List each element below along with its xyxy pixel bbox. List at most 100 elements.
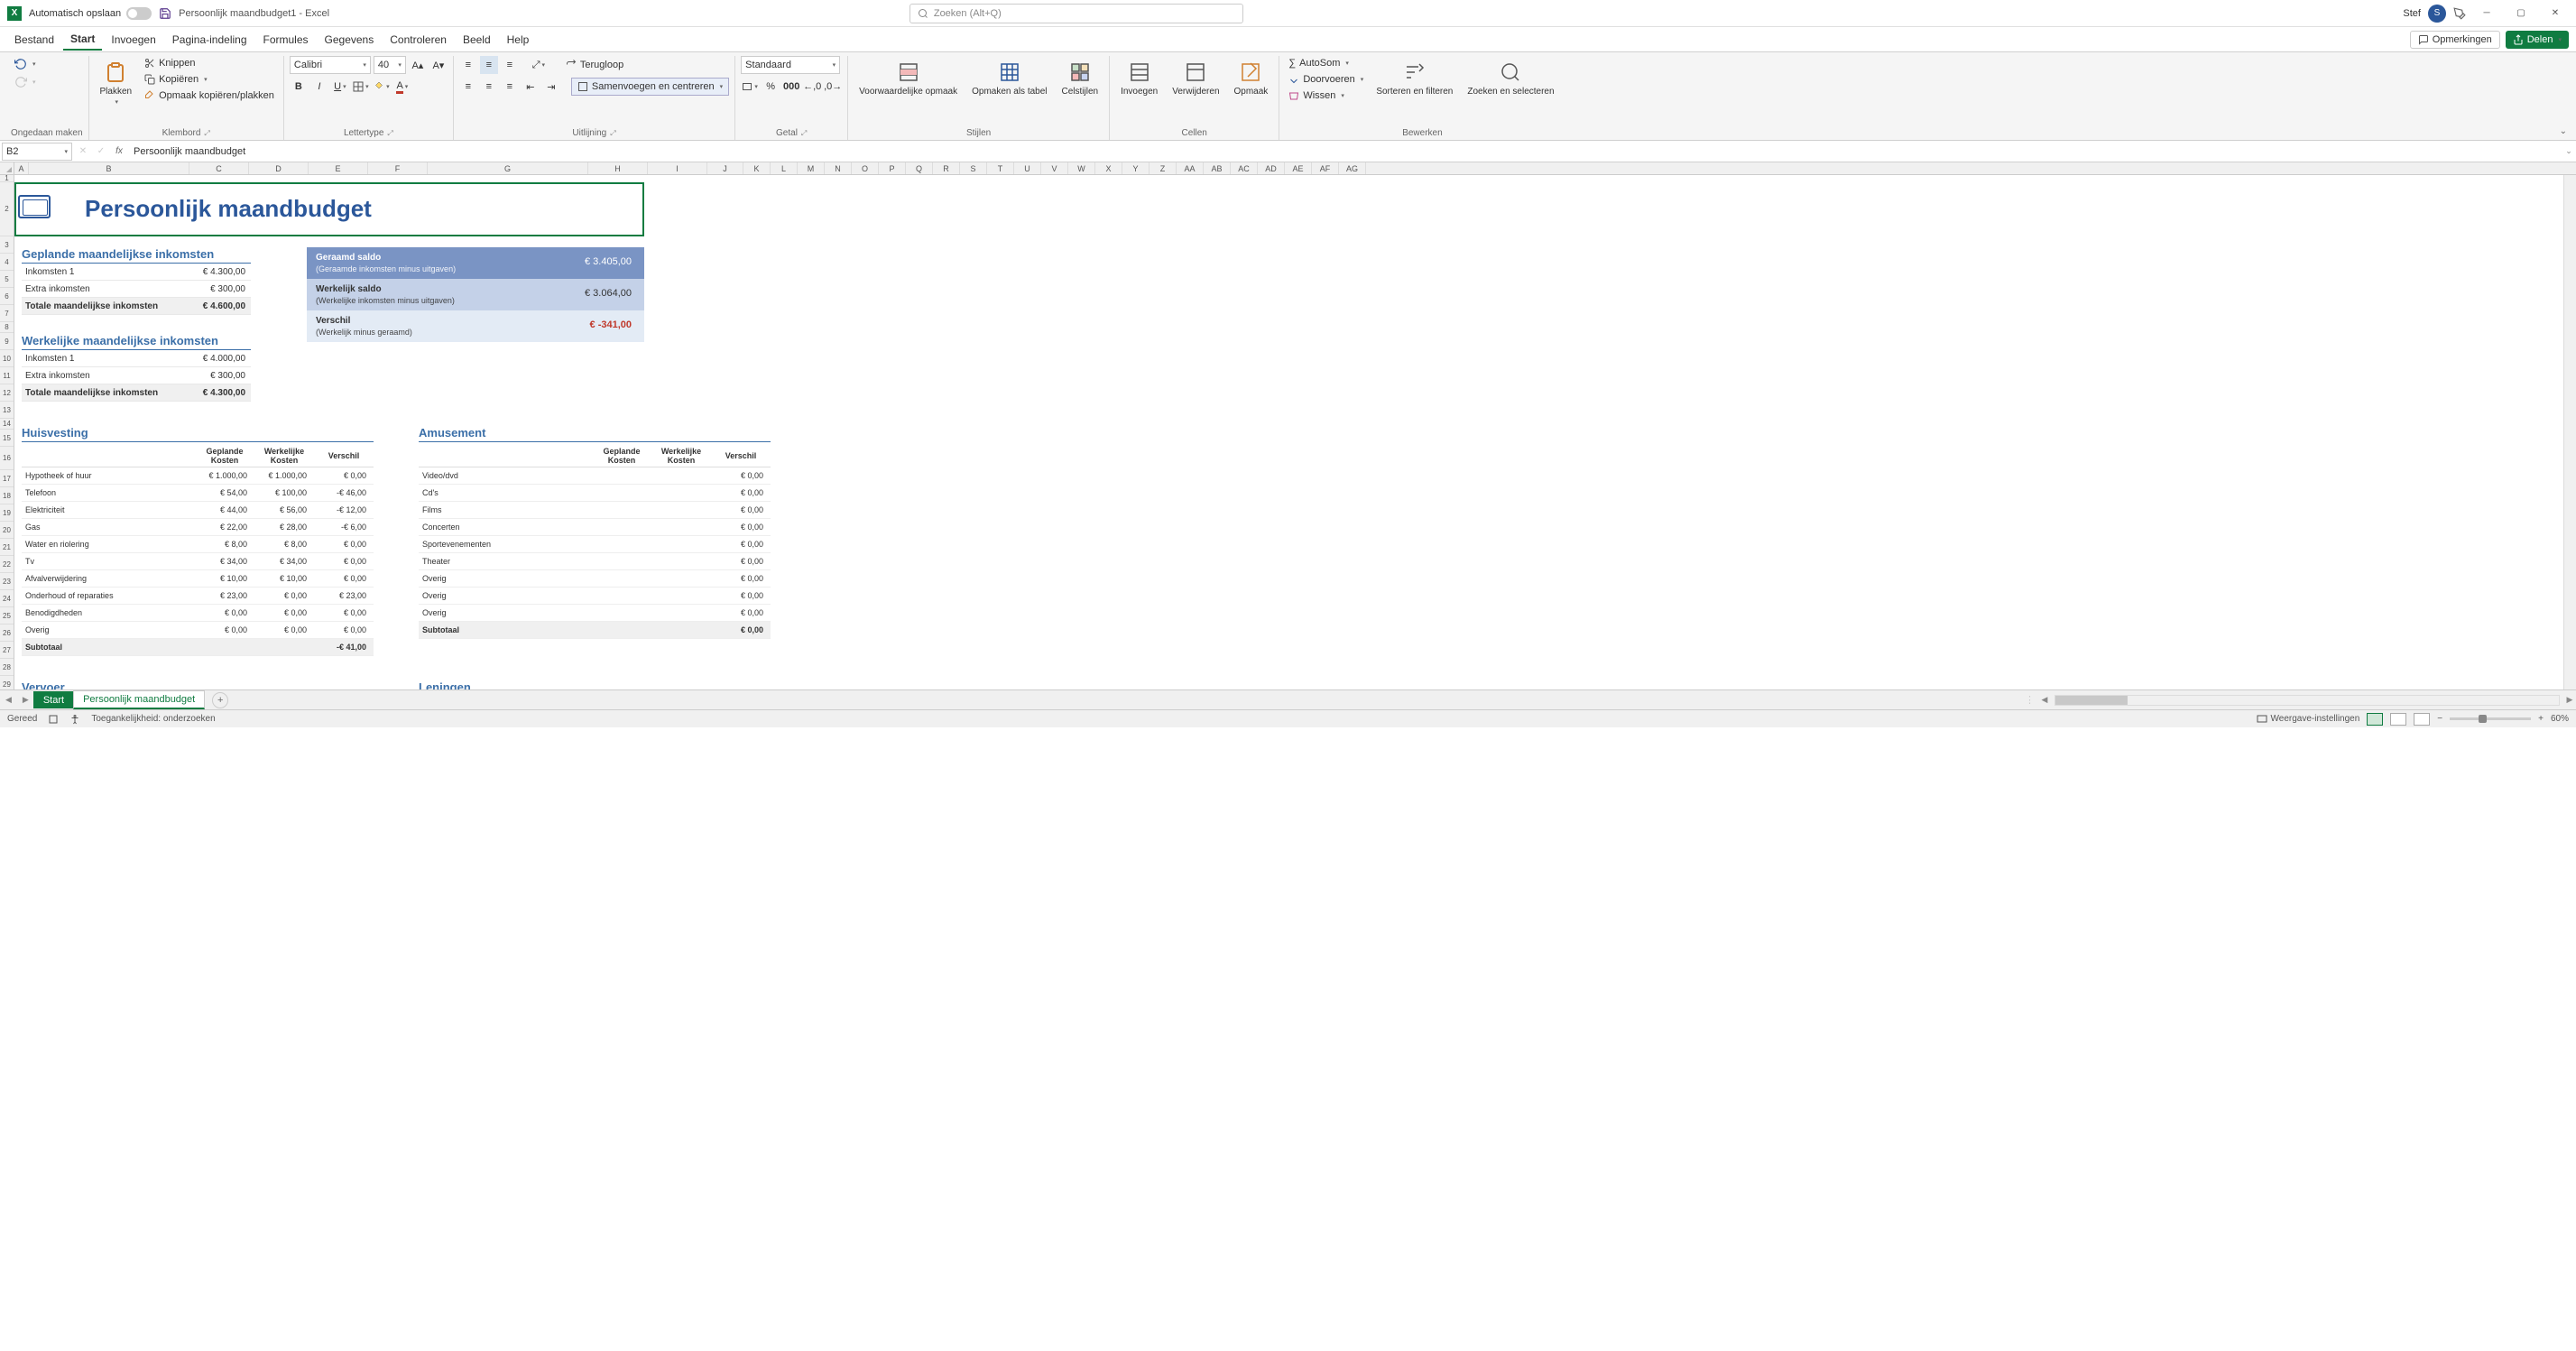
underline-button[interactable]: U▾	[331, 78, 349, 96]
row-header[interactable]: 22	[0, 556, 14, 573]
zoom-in-button[interactable]: +	[2538, 714, 2544, 724]
row-header[interactable]: 17	[0, 470, 14, 487]
col-header[interactable]: R	[933, 162, 960, 174]
view-normal-button[interactable]	[2367, 713, 2383, 726]
dialog-launcher-icon[interactable]: ⤢	[801, 129, 807, 138]
tab-nav-prev[interactable]: ◀	[0, 695, 17, 705]
col-header[interactable]: S	[960, 162, 987, 174]
col-header[interactable]: B	[29, 162, 189, 174]
col-header[interactable]: M	[798, 162, 825, 174]
italic-button[interactable]: I	[310, 78, 328, 96]
col-header[interactable]: A	[14, 162, 29, 174]
row-header[interactable]: 10	[0, 350, 14, 367]
wrap-text-button[interactable]: Terugloop	[562, 58, 627, 72]
row-header[interactable]: 24	[0, 590, 14, 607]
decrease-font-button[interactable]: A▾	[429, 56, 448, 74]
align-center-button[interactable]: ≡	[480, 78, 498, 96]
col-header[interactable]: Y	[1122, 162, 1150, 174]
cancel-formula-button[interactable]: ✕	[74, 143, 92, 161]
font-color-button[interactable]: A▾	[393, 78, 411, 96]
decrease-decimal-button[interactable]: ,0→	[824, 78, 842, 96]
pen-icon[interactable]	[2453, 7, 2466, 20]
percent-button[interactable]: %	[762, 78, 780, 96]
hscroll-left[interactable]: ◀	[2038, 695, 2051, 705]
merge-center-button[interactable]: Samenvoegen en centreren▾	[571, 78, 729, 96]
orientation-button[interactable]: ⤢▾	[530, 56, 548, 74]
share-button[interactable]: Delen ▾	[2506, 31, 2569, 49]
row-header[interactable]: 7	[0, 305, 14, 322]
select-all-button[interactable]	[0, 162, 14, 174]
delete-cells-button[interactable]: Verwijderen	[1167, 56, 1224, 100]
undo-button[interactable]: ▾	[11, 56, 40, 72]
increase-indent-button[interactable]: ⇥	[542, 78, 560, 96]
redo-button[interactable]: ▾	[11, 74, 40, 90]
clear-button[interactable]: Wissen▾	[1285, 88, 1367, 103]
col-header[interactable]: E	[309, 162, 368, 174]
maximize-button[interactable]: ▢	[2507, 4, 2534, 23]
increase-font-button[interactable]: A▴	[409, 56, 427, 74]
name-box[interactable]: B2▾	[2, 143, 72, 161]
add-sheet-button[interactable]: +	[212, 692, 228, 708]
row-header[interactable]: 4	[0, 254, 14, 271]
col-header[interactable]: AC	[1231, 162, 1258, 174]
tab-split-handle[interactable]: ⋮	[2021, 694, 2038, 706]
insert-function-button[interactable]: fx	[110, 143, 128, 161]
menu-start[interactable]: Start	[63, 29, 102, 51]
search-input[interactable]: Zoeken (Alt+Q)	[909, 4, 1243, 23]
autosave-toggle[interactable]: Automatisch opslaan	[29, 7, 152, 20]
menu-pagina-indeling[interactable]: Pagina-indeling	[165, 30, 254, 50]
row-header[interactable]: 8	[0, 322, 14, 333]
col-header[interactable]: N	[825, 162, 852, 174]
hscroll-thumb[interactable]	[2055, 696, 2128, 705]
bold-button[interactable]: B	[290, 78, 308, 96]
menu-help[interactable]: Help	[500, 30, 537, 50]
tab-nav-next[interactable]: ▶	[17, 695, 34, 705]
row-header[interactable]: 13	[0, 402, 14, 419]
row-header[interactable]: 15	[0, 430, 14, 447]
macro-icon[interactable]	[48, 714, 59, 725]
formula-input[interactable]: Persoonlijk maandbudget	[128, 146, 2562, 157]
minimize-button[interactable]: ─	[2473, 4, 2500, 23]
col-header[interactable]: X	[1095, 162, 1122, 174]
row-header[interactable]: 3	[0, 236, 14, 254]
row-header[interactable]: 5	[0, 271, 14, 288]
menu-controleren[interactable]: Controleren	[383, 30, 454, 50]
row-header[interactable]: 6	[0, 288, 14, 305]
col-header[interactable]: AA	[1177, 162, 1204, 174]
cut-button[interactable]: Knippen	[141, 56, 278, 70]
display-settings-button[interactable]: Weergave-instellingen	[2257, 714, 2360, 725]
accessibility-icon[interactable]	[69, 714, 80, 725]
row-header[interactable]: 20	[0, 522, 14, 539]
menu-invoegen[interactable]: Invoegen	[104, 30, 162, 50]
font-name-select[interactable]: Calibri▾	[290, 56, 371, 74]
borders-button[interactable]: ▾	[352, 78, 370, 96]
col-header[interactable]: L	[771, 162, 798, 174]
col-header[interactable]: Z	[1150, 162, 1177, 174]
dialog-launcher-icon[interactable]: ⤢	[204, 129, 209, 138]
copy-button[interactable]: Kopiëren▾	[141, 72, 278, 87]
insert-cells-button[interactable]: Invoegen	[1115, 56, 1163, 100]
col-header[interactable]: AG	[1339, 162, 1366, 174]
ribbon-collapse-button[interactable]: ⌄	[2556, 123, 2571, 140]
sheet-tab-budget[interactable]: Persoonlijk maandbudget	[73, 690, 205, 709]
row-header[interactable]: 28	[0, 659, 14, 676]
row-header[interactable]: 21	[0, 539, 14, 556]
col-header[interactable]: W	[1068, 162, 1095, 174]
row-header[interactable]: 1	[0, 175, 14, 182]
sheet-tab-start[interactable]: Start	[33, 691, 74, 708]
format-painter-button[interactable]: Opmaak kopiëren/plakken	[141, 88, 278, 103]
menu-bestand[interactable]: Bestand	[7, 30, 61, 50]
row-header[interactable]: 27	[0, 642, 14, 659]
font-size-select[interactable]: 40▾	[374, 56, 406, 74]
col-header[interactable]: U	[1014, 162, 1041, 174]
row-header[interactable]: 16	[0, 447, 14, 470]
col-header[interactable]: AF	[1312, 162, 1339, 174]
comments-button[interactable]: Opmerkingen	[2410, 31, 2500, 49]
increase-decimal-button[interactable]: ←,0	[803, 78, 821, 96]
row-header[interactable]: 23	[0, 573, 14, 590]
row-header[interactable]: 19	[0, 504, 14, 522]
sort-filter-button[interactable]: Sorteren en filteren	[1371, 56, 1458, 100]
zoom-slider[interactable]	[2450, 717, 2531, 720]
align-left-button[interactable]: ≡	[459, 78, 477, 96]
close-button[interactable]: ✕	[2542, 4, 2569, 23]
